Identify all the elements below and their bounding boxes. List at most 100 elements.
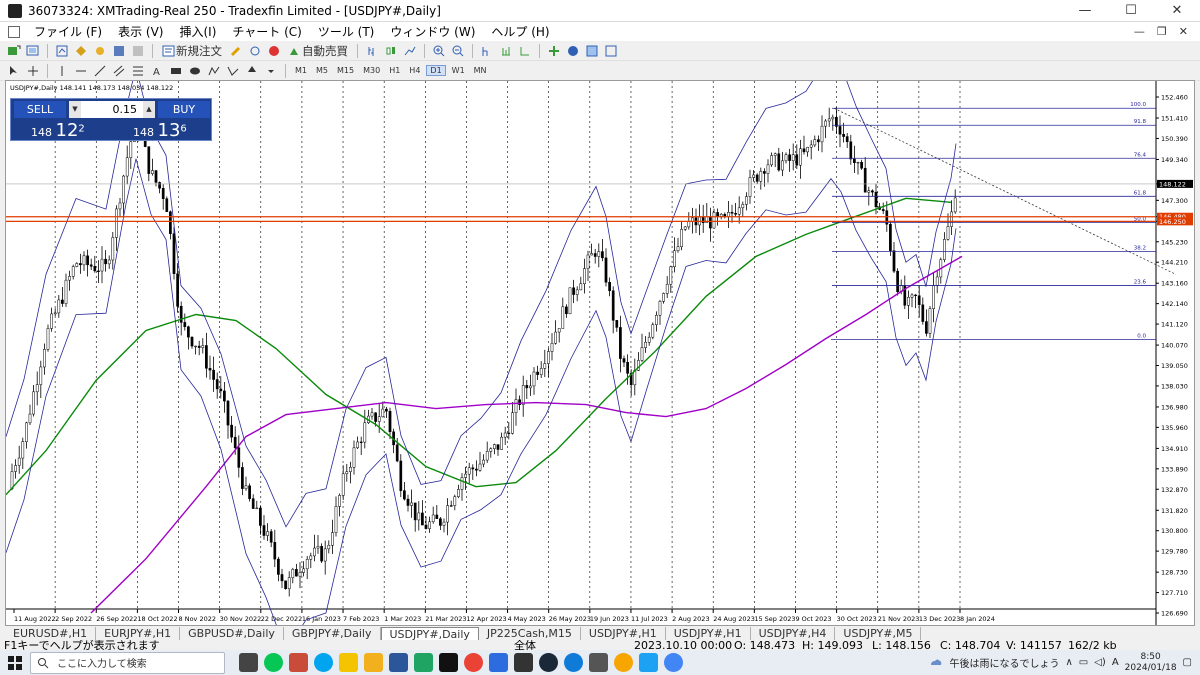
price-chart[interactable]: USDJPY#,Daily 148.141 148.173 148.034 14… — [6, 81, 1194, 625]
app-icon-10[interactable] — [489, 653, 508, 672]
new-order-button[interactable]: 新規注文 — [159, 43, 225, 59]
horizontal-line-icon[interactable] — [73, 63, 89, 79]
app-icon-15[interactable] — [614, 653, 633, 672]
app-icon-16[interactable] — [639, 653, 658, 672]
menu-tools[interactable]: ツール (T) — [310, 23, 383, 40]
sell-button[interactable]: SELL — [14, 101, 66, 118]
indicators-icon[interactable] — [546, 43, 562, 59]
skype-icon[interactable] — [314, 653, 333, 672]
app-icon-17[interactable] — [664, 653, 683, 672]
chart-tab[interactable]: USDJPY#,H1 — [581, 627, 666, 640]
chart-shift-icon[interactable] — [498, 43, 514, 59]
bar-chart-icon[interactable] — [364, 43, 380, 59]
chrome-icon[interactable] — [464, 653, 483, 672]
file-explorer-icon[interactable] — [364, 653, 383, 672]
chart-tab[interactable]: USDJPY#,M5 — [835, 627, 922, 640]
ime-icon[interactable]: A — [1112, 657, 1119, 668]
chart-tab[interactable]: GBPUSD#,Daily — [180, 627, 284, 640]
sell-price[interactable]: 148 122 — [31, 120, 85, 141]
chart-tab[interactable]: USDJPY#,H4 — [751, 627, 836, 640]
menu-view[interactable]: 表示 (V) — [110, 23, 171, 40]
child-minimize-button[interactable]: — — [1134, 25, 1145, 38]
label-tool-icon[interactable] — [168, 63, 184, 79]
volume-icon[interactable]: ◁) — [1094, 657, 1106, 668]
app-icon-11[interactable] — [514, 653, 533, 672]
timeframe-w1[interactable]: W1 — [449, 66, 468, 75]
zoom-in-icon[interactable] — [431, 43, 447, 59]
timeframe-m30[interactable]: M30 — [360, 66, 383, 75]
metaeditor-icon[interactable] — [228, 43, 244, 59]
child-restore-button[interactable]: ❐ — [1157, 25, 1167, 38]
autoscroll-icon[interactable] — [517, 43, 533, 59]
menu-insert[interactable]: 挿入(I) — [171, 23, 224, 40]
timeframe-d1[interactable]: D1 — [426, 65, 446, 76]
weather-text[interactable]: 午後は雨になるでしょう — [949, 655, 1059, 670]
app-icon-2[interactable] — [289, 653, 308, 672]
buy-button[interactable]: BUY — [158, 101, 210, 118]
autotrading-button[interactable]: 自動売買 — [285, 43, 351, 59]
close-button[interactable]: ✕ — [1154, 0, 1200, 22]
sheets-icon[interactable] — [414, 653, 433, 672]
notification-icon[interactable]: ▢ — [1183, 657, 1192, 668]
zoom-out-icon[interactable] — [450, 43, 466, 59]
channel-icon[interactable] — [111, 63, 127, 79]
menu-file[interactable]: ファイル (F) — [26, 23, 110, 40]
word-icon[interactable] — [389, 653, 408, 672]
line-app-icon[interactable] — [264, 653, 283, 672]
chart-tab[interactable]: USDJPY#,H1 — [666, 627, 751, 640]
clock[interactable]: 8:50 2024/01/18 — [1125, 652, 1177, 674]
terminal-icon[interactable] — [111, 43, 127, 59]
task-view-icon[interactable] — [239, 653, 258, 672]
vertical-line-icon[interactable] — [54, 63, 70, 79]
candlestick-icon[interactable] — [383, 43, 399, 59]
chart-properties-icon[interactable] — [603, 43, 619, 59]
text-tool-icon[interactable]: A — [149, 63, 165, 79]
menu-chart[interactable]: チャート (C) — [224, 23, 309, 40]
timeframe-m15[interactable]: M15 — [334, 66, 357, 75]
windows-start-button[interactable] — [4, 652, 26, 674]
timeframe-m1[interactable]: M1 — [292, 66, 310, 75]
taskbar-search-input[interactable]: ここに入力して検索 — [30, 651, 225, 674]
templates-icon[interactable] — [584, 43, 600, 59]
timeframe-mn[interactable]: MN — [471, 66, 490, 75]
more-tools-icon[interactable] — [263, 63, 279, 79]
periods-icon[interactable] — [565, 43, 581, 59]
chart-window[interactable]: USDJPY#,Daily 148.141 148.173 148.034 14… — [5, 80, 1195, 626]
chart-tab[interactable]: GBPJPY#,Daily — [284, 627, 381, 640]
app-icon-14[interactable] — [589, 653, 608, 672]
network-icon[interactable]: ▭ — [1079, 657, 1088, 668]
arrows-icon[interactable] — [244, 63, 260, 79]
minimize-button[interactable]: — — [1062, 0, 1108, 22]
tester-icon[interactable] — [130, 43, 146, 59]
timeframe-h1[interactable]: H1 — [386, 66, 403, 75]
timeframe-h4[interactable]: H4 — [406, 66, 423, 75]
crosshair-icon[interactable] — [25, 63, 41, 79]
menu-window[interactable]: ウィンドウ (W) — [382, 23, 483, 40]
ellipse-icon[interactable] — [187, 63, 203, 79]
lot-decrease-button[interactable]: ▼ — [69, 101, 81, 118]
app-icon-4[interactable] — [339, 653, 358, 672]
edge-icon[interactable] — [564, 653, 583, 672]
chart-tab-active[interactable]: USDJPY#,Daily — [380, 627, 479, 640]
pattern-icon[interactable] — [206, 63, 222, 79]
chart-tab[interactable]: EURUSD#,H1 — [5, 627, 97, 640]
pattern2-icon[interactable] — [225, 63, 241, 79]
timeframe-m5[interactable]: M5 — [313, 66, 331, 75]
signals-icon[interactable] — [247, 43, 263, 59]
tile-windows-icon[interactable] — [479, 43, 495, 59]
profiles-icon[interactable] — [25, 43, 41, 59]
menu-help[interactable]: ヘルプ (H) — [483, 23, 557, 40]
data-window-icon[interactable] — [92, 43, 108, 59]
steam-icon[interactable] — [539, 653, 558, 672]
chart-tab[interactable]: EURJPY#,H1 — [96, 627, 181, 640]
cursor-icon[interactable] — [6, 63, 22, 79]
market-watch-icon[interactable] — [54, 43, 70, 59]
lot-increase-button[interactable]: ▲ — [143, 101, 155, 118]
trendline-icon[interactable] — [92, 63, 108, 79]
xm-icon[interactable] — [439, 653, 458, 672]
navigator-icon[interactable] — [73, 43, 89, 59]
chart-tab[interactable]: JP225Cash,M15 — [479, 627, 581, 640]
new-chart-icon[interactable] — [6, 43, 22, 59]
line-chart-icon[interactable] — [402, 43, 418, 59]
fibonacci-icon[interactable] — [130, 63, 146, 79]
